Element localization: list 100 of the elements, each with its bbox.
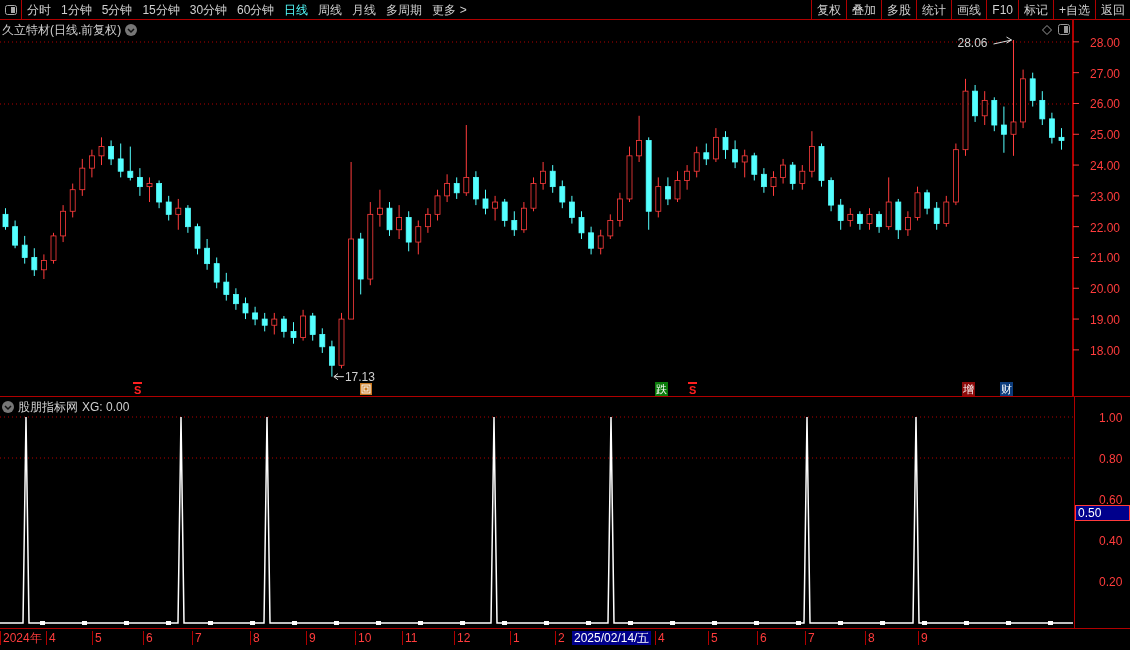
period-tab[interactable]: 60分钟 [237,0,275,19]
toolbar-button[interactable]: 画线 [951,0,987,19]
candlestick [943,195,950,228]
candlestick [108,139,114,166]
candlestick [60,204,66,243]
candlestick [751,152,758,181]
toolbar-button[interactable]: 统计 [916,0,952,19]
dropdown-icon[interactable] [2,401,14,413]
date-axis-label: 8 [250,631,260,645]
more-menu[interactable]: 更多 > [432,0,467,19]
period-tab[interactable]: 15分钟 [142,0,180,19]
price-axis-label: 18.00 [1090,342,1121,360]
period-tab[interactable]: 分时 [27,0,51,19]
toolbar-button[interactable]: 多股 [881,0,917,19]
period-tab[interactable]: 30分钟 [189,0,228,19]
diamond-icon[interactable] [1042,25,1052,35]
cursor-value-label: 0.50 [1075,505,1130,521]
candlestick [530,176,537,212]
toolbar-button[interactable]: 返回 [1095,0,1130,19]
candlestick [405,210,412,252]
square-marker-icon [360,383,372,395]
panel-toggle-icon[interactable] [1058,24,1070,35]
date-axis-label: 12 [454,631,471,645]
candlestick [540,161,546,191]
date-axis-label: 5 [708,631,718,645]
candlestick [281,315,287,339]
candlestick [549,164,556,194]
price-axis-label: 20.00 [1090,281,1121,299]
candlestick [895,198,902,240]
candlestick [425,207,431,234]
price-axis-label: 27.00 [1090,65,1121,83]
toolbar-button[interactable]: 标记 [1018,0,1053,19]
candlestick [1049,112,1055,144]
price-axis-label: 25.00 [1090,127,1121,145]
date-axis-label: 8 [865,631,875,645]
candlestick [261,312,268,332]
candlestick [453,176,460,200]
candlestick [693,146,700,178]
period-tab[interactable]: 月线 [352,0,377,19]
candlestick [837,198,844,231]
indicator-axis-label: 1.00 [1099,410,1123,427]
candlestick [674,170,681,203]
candlestick [41,253,47,280]
candlestick [905,210,911,237]
candlestick [242,297,249,320]
candlestick [972,84,978,123]
candlestick [156,179,162,209]
period-tab[interactable]: 5分钟 [101,0,133,19]
price-axis-label: 19.00 [1090,312,1121,330]
candlestick [377,189,383,228]
candlestick [914,186,921,221]
candlestick [588,226,594,255]
toolbar-button[interactable]: 复权 [811,0,847,19]
candlestick [770,170,777,197]
candlestick [703,143,710,166]
candlestick [137,167,143,197]
period-tab[interactable]: 日线 [284,0,309,19]
date-axis-label: 2024年 [0,631,42,645]
indicator-axis-label: 0.60 [1099,492,1123,508]
candlestick [780,158,786,185]
candlestick [165,195,172,221]
toolbar-button[interactable]: 叠加 [846,0,882,19]
candlestick [569,195,575,225]
low-arrow-icon [333,373,345,381]
candlestick [319,327,326,354]
candlestick [617,192,623,228]
period-tab[interactable]: 多周期 [386,0,423,19]
candlestick [818,143,825,188]
candlestick [146,176,153,203]
candlestick [204,238,210,271]
indicator-axis-label: 0.80 [1099,451,1123,468]
dropdown-icon[interactable] [125,24,138,36]
date-axis-label: 11 [402,631,418,645]
candlestick [386,201,393,237]
toolbar-button[interactable]: +自选 [1053,0,1095,19]
candlestick [761,167,767,194]
candlestick [98,136,105,166]
candlestick [473,170,479,206]
candlestick [69,183,76,218]
candlestick [271,312,278,335]
candlestick [578,210,585,240]
date-axis-label: 9 [918,631,928,645]
period-tab[interactable]: 1分钟 [61,0,92,19]
event-tag: 增 [962,382,975,396]
period-tab[interactable]: 周线 [318,0,343,19]
date-axis-label: 4 [46,631,56,645]
toolbar-button[interactable]: F10 [986,0,1018,19]
candlestick [684,164,690,191]
candlestick [492,195,498,221]
date-axis-label: 4 [655,631,665,645]
event-tag: 财 [1000,382,1013,396]
candlestick [1039,90,1046,126]
candlestick [885,176,892,231]
panel-toggle-icon[interactable] [4,4,17,15]
candlestick [223,272,230,302]
indicator-name: 股朋指标网 [18,399,78,416]
candlestick [741,149,748,178]
event-tag: 跌 [655,382,668,396]
candlestick [722,130,729,160]
date-axis-label: 9 [306,631,316,645]
